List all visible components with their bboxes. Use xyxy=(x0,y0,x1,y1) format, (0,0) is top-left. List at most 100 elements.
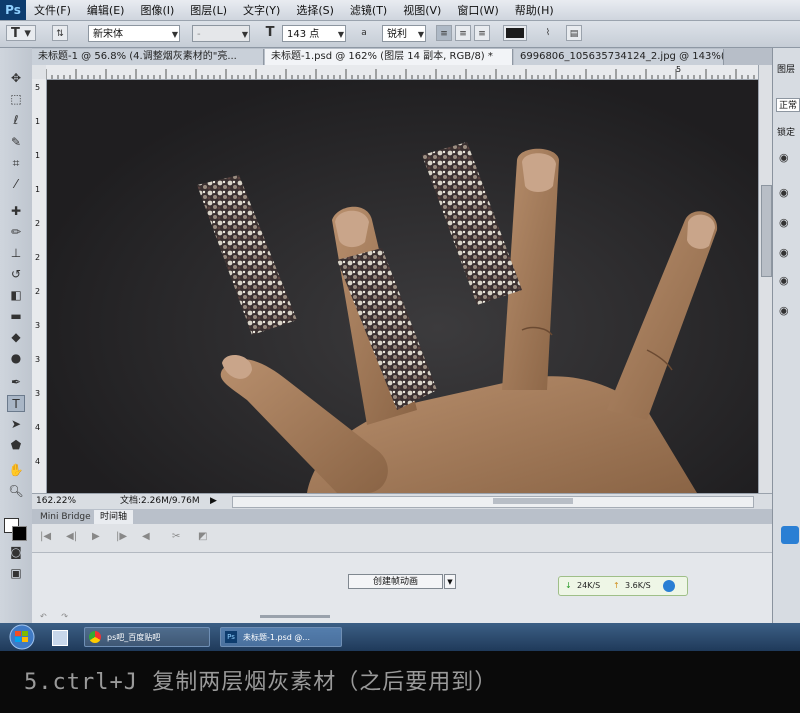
quick-select-tool-icon[interactable]: ✎ xyxy=(7,134,25,151)
align-left-button[interactable]: ≡ xyxy=(436,25,452,41)
horizontal-scrollbar[interactable] xyxy=(232,496,754,508)
create-frame-animation-button[interactable]: 创建帧动画 xyxy=(348,574,443,589)
marquee-tool-icon[interactable]: ⬚ xyxy=(7,91,25,108)
ruler-ticks xyxy=(45,69,755,79)
move-tool-icon[interactable]: ✥ xyxy=(7,70,25,87)
task-label: ps吧_百度贴吧 xyxy=(107,633,161,642)
windows-start-button[interactable] xyxy=(4,623,40,651)
tab-mini-bridge[interactable]: Mini Bridge xyxy=(34,510,97,524)
redo-icon[interactable]: ↷ xyxy=(61,612,68,621)
menu-edit[interactable]: 编辑(E) xyxy=(79,2,133,18)
chevron-down-icon: ▼ xyxy=(241,30,248,39)
next-frame-icon[interactable]: |▶ xyxy=(116,531,127,542)
shape-tool-icon[interactable]: ⬟ xyxy=(7,437,25,454)
clone-stamp-icon[interactable]: ⊥ xyxy=(7,245,25,262)
history-brush-icon[interactable]: ↺ xyxy=(7,266,25,283)
tab-timeline[interactable]: 时间轴 xyxy=(94,510,134,524)
taskbar-browser[interactable]: ps吧_百度贴吧 xyxy=(84,627,210,647)
download-arrow-icon: ↓ xyxy=(565,581,572,590)
vertical-scrollbar[interactable] xyxy=(758,65,773,493)
font-style-value: - xyxy=(197,29,201,40)
align-center-button[interactable]: ≡ xyxy=(455,25,471,41)
tab-document-3[interactable]: 6996806_105635734124_2.jpg @ 143%(R... xyxy=(514,49,724,65)
eyedropper-tool-icon[interactable]: ⁄ xyxy=(7,176,25,193)
zoom-tool-icon[interactable]: 🔍︎ xyxy=(7,483,25,500)
split-icon[interactable]: ✂ xyxy=(172,531,180,542)
first-frame-icon[interactable]: |◀ xyxy=(40,531,51,542)
network-speed-widget: ↓ 24K/S ↑ 3.6K/S xyxy=(558,576,688,596)
font-size-select[interactable]: 143 点 ▼ xyxy=(282,25,346,42)
eraser-tool-icon[interactable]: ◧ xyxy=(7,287,25,304)
eye-icon[interactable]: ◉ xyxy=(779,186,789,199)
taskbar-photoshop[interactable]: Ps 未标题-1.psd @... xyxy=(220,627,342,647)
hand-tool-icon[interactable]: ✋ xyxy=(7,462,25,479)
document-canvas[interactable] xyxy=(47,80,758,493)
play-icon[interactable]: ▶ xyxy=(92,531,100,542)
scroll-thumb[interactable] xyxy=(493,498,573,504)
timeline-controls: |◀ ◀| ▶ |▶ ◀ ✂ ◩ xyxy=(32,524,772,553)
brush-tool-icon[interactable]: ✏ xyxy=(7,224,25,241)
menu-window[interactable]: 窗口(W) xyxy=(449,2,506,18)
eye-icon[interactable]: ◉ xyxy=(779,304,789,317)
foreground-color-swatch[interactable] xyxy=(12,526,27,541)
text-orientation-icon[interactable]: ⇅ xyxy=(52,25,68,41)
tab-document-1[interactable]: 未标题-1 @ 56.8% (4.调整烟灰素材的"亮... xyxy=(32,49,264,65)
gradient-tool-icon[interactable]: ▬ xyxy=(7,308,25,325)
align-right-button[interactable]: ≡ xyxy=(474,25,490,41)
eye-icon[interactable]: ◉ xyxy=(779,274,789,287)
ruler-label: 1 xyxy=(35,117,41,126)
type-tool-icon[interactable]: T xyxy=(7,395,25,412)
menu-layer[interactable]: 图层(L) xyxy=(182,2,235,18)
character-panel-icon[interactable]: ▤ xyxy=(566,25,582,41)
menu-select[interactable]: 选择(S) xyxy=(288,2,342,18)
ruler-label: 1 xyxy=(35,151,41,160)
menu-file[interactable]: 文件(F) xyxy=(26,2,79,18)
eye-icon[interactable]: ◉ xyxy=(779,216,789,229)
tab-document-2[interactable]: 未标题-1.psd @ 162% (图层 14 副本, RGB/8) * xyxy=(265,49,513,65)
show-desktop-icon[interactable] xyxy=(52,630,68,646)
layers-tab[interactable]: 图层 xyxy=(777,62,795,75)
path-select-icon[interactable]: ➤ xyxy=(7,416,25,433)
screen-mode-icon[interactable]: ▣ xyxy=(7,565,25,582)
accelerator-icon[interactable] xyxy=(663,580,675,592)
menu-filter[interactable]: 滤镜(T) xyxy=(342,2,395,18)
eye-icon[interactable]: ◉ xyxy=(779,151,789,164)
photoshop-icon: Ps xyxy=(225,631,237,643)
lock-label: 锁定 xyxy=(777,128,796,138)
crop-tool-icon[interactable]: ⌗ xyxy=(7,155,25,172)
tool-preset-picker[interactable]: T ▾ xyxy=(6,25,36,41)
healing-brush-icon[interactable]: ✚ xyxy=(7,203,25,220)
options-bar: T ▾ ⇅ 新宋体 ▼ - ▼ T 143 点 ▼ a 锐利 ▼ ≡ ≡ ≡ ⌇ ▤ xyxy=(0,21,800,48)
lasso-tool-icon[interactable]: ℓ xyxy=(7,112,25,129)
scroll-thumb[interactable] xyxy=(761,185,772,277)
chevron-down-icon[interactable]: ▼ xyxy=(444,574,456,589)
menu-image[interactable]: 图像(I) xyxy=(132,2,182,18)
zoom-slider[interactable] xyxy=(260,615,330,618)
warp-text-icon[interactable]: ⌇ xyxy=(540,25,556,41)
panel-icon[interactable] xyxy=(781,526,799,544)
zoom-level[interactable]: 162.22% xyxy=(36,494,76,509)
menu-help[interactable]: 帮助(H) xyxy=(507,2,562,18)
pen-tool-icon[interactable]: ✒ xyxy=(7,374,25,391)
menu-view[interactable]: 视图(V) xyxy=(395,2,449,18)
prev-frame-icon[interactable]: ◀| xyxy=(66,531,77,542)
bottom-panel-tabs: Mini Bridge 时间轴 xyxy=(32,509,772,524)
undo-icon[interactable]: ↶ xyxy=(40,612,47,621)
blend-mode-select[interactable]: 正常 xyxy=(776,98,800,112)
font-style-select[interactable]: - ▼ xyxy=(192,25,250,42)
antialias-select[interactable]: 锐利 ▼ xyxy=(382,25,426,42)
audio-icon[interactable]: ◀ xyxy=(142,531,150,542)
font-family-select[interactable]: 新宋体 ▼ xyxy=(88,25,180,42)
text-color-swatch[interactable] xyxy=(503,25,527,41)
menu-type[interactable]: 文字(Y) xyxy=(235,2,288,18)
ruler-corner xyxy=(32,65,46,79)
tools-panel: ✥ ⬚ ℓ ✎ ⌗ ⁄ ✚ ✏ ⊥ ↺ ◧ ▬ ◆ ● ✒ T ➤ ⬟ ✋ 🔍︎… xyxy=(0,48,33,623)
status-arrow-icon[interactable]: ▶ xyxy=(210,494,217,509)
dodge-tool-icon[interactable]: ● xyxy=(7,350,25,367)
ruler-label: 5 xyxy=(676,65,682,74)
antialias-glyph: a xyxy=(361,28,367,38)
eye-icon[interactable]: ◉ xyxy=(779,246,789,259)
transition-icon[interactable]: ◩ xyxy=(198,531,207,542)
quick-mask-icon[interactable]: ◙ xyxy=(7,544,25,561)
blur-tool-icon[interactable]: ◆ xyxy=(7,329,25,346)
